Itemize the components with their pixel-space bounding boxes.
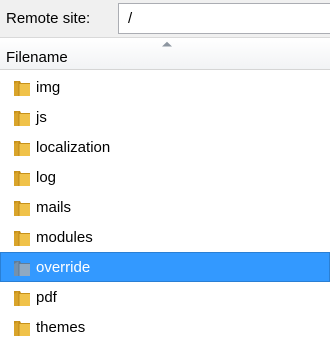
folder-icon — [14, 141, 30, 156]
file-list-row[interactable]: themes — [0, 312, 330, 340]
file-name: mails — [36, 199, 72, 216]
folder-icon — [14, 291, 30, 306]
file-name: js — [36, 109, 47, 126]
folder-icon — [14, 261, 30, 276]
file-list-row[interactable]: js — [0, 102, 330, 132]
file-name: localization — [36, 139, 111, 156]
file-list-row[interactable]: mails — [0, 192, 330, 222]
remote-site-pane: Remote site: Filename img js — [0, 0, 330, 340]
file-list-row[interactable]: pdf — [0, 282, 330, 312]
file-list-row[interactable]: modules — [0, 222, 330, 252]
remote-site-label: Remote site: — [6, 10, 91, 27]
filename-column-header[interactable]: Filename — [0, 38, 330, 70]
remote-site-bar: Remote site: — [0, 0, 330, 38]
folder-icon — [14, 111, 30, 126]
folder-icon — [14, 81, 30, 96]
file-name: pdf — [36, 289, 57, 306]
folder-icon — [14, 171, 30, 186]
file-list-row[interactable]: img — [0, 72, 330, 102]
folder-icon — [14, 321, 30, 336]
folder-icon — [14, 231, 30, 246]
remote-path-input[interactable] — [118, 3, 330, 34]
file-name: modules — [36, 229, 93, 246]
file-name: log — [36, 169, 57, 186]
file-name: override — [36, 259, 91, 276]
file-list-row-selected[interactable]: override — [0, 252, 330, 282]
sort-ascending-icon — [162, 41, 172, 47]
filename-column-label: Filename — [6, 49, 68, 66]
file-name: img — [36, 79, 61, 96]
remote-file-list: img js localization log mails modules ov… — [0, 72, 330, 340]
folder-icon — [14, 201, 30, 216]
file-list-row[interactable]: localization — [0, 132, 330, 162]
file-list-row[interactable]: log — [0, 162, 330, 192]
file-name: themes — [36, 319, 86, 336]
